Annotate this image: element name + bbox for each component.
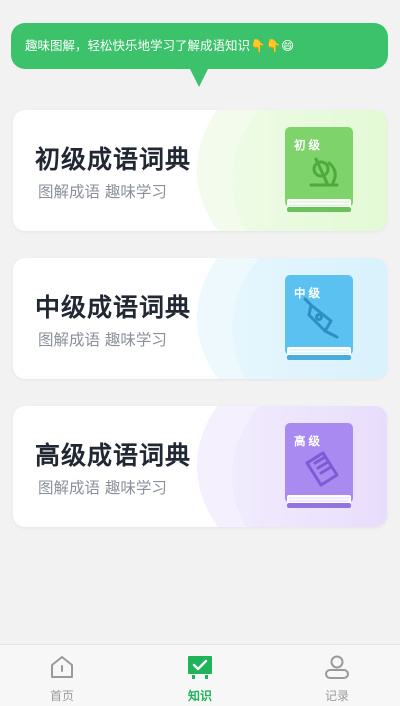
- book-beginner: 初级: [285, 127, 353, 214]
- card-subtitle: 图解成语 趣味学习: [38, 479, 167, 497]
- book-level-label: 高级: [294, 434, 323, 448]
- card-title: 初级成语词典: [35, 145, 192, 174]
- card-subtitle: 图解成语 趣味学习: [38, 183, 167, 201]
- intro-banner-tail: [189, 67, 209, 87]
- card-subtitle: 图解成语 趣味学习: [38, 331, 167, 349]
- card-beginner-dictionary[interactable]: 初级成语词典 图解成语 趣味学习 初级: [13, 110, 387, 231]
- intro-banner: 趣味图解，轻松快乐地学习了解成语知识👇👇😄: [11, 23, 388, 69]
- tab-home-label: 首页: [49, 689, 74, 703]
- book-level-label: 初级: [294, 138, 323, 152]
- knowledge-icon: [188, 656, 212, 679]
- book-level-label: 中级: [294, 286, 323, 300]
- card-advanced-dictionary[interactable]: 高级成语词典 图解成语 趣味学习 高级: [13, 406, 387, 527]
- book-advanced: 高级: [285, 423, 353, 510]
- tab-records[interactable]: 记录: [287, 645, 387, 706]
- card-title: 高级成语词典: [35, 441, 192, 470]
- home-icon: [51, 656, 73, 678]
- card-title: 中级成语词典: [35, 293, 192, 322]
- card-intermediate-dictionary[interactable]: 中级成语词典 图解成语 趣味学习 中级: [13, 258, 387, 379]
- tab-knowledge-label: 知识: [187, 689, 212, 703]
- tab-records-label: 记录: [324, 689, 349, 703]
- user-icon: [325, 655, 349, 679]
- intro-banner-text: 趣味图解，轻松快乐地学习了解成语知识👇👇😄: [25, 38, 295, 53]
- bottom-tab-bar: 首页 知识 记录: [0, 644, 400, 706]
- book-intermediate: 中级: [285, 275, 353, 362]
- tab-knowledge[interactable]: 知识: [150, 645, 250, 706]
- tab-home[interactable]: 首页: [12, 645, 112, 706]
